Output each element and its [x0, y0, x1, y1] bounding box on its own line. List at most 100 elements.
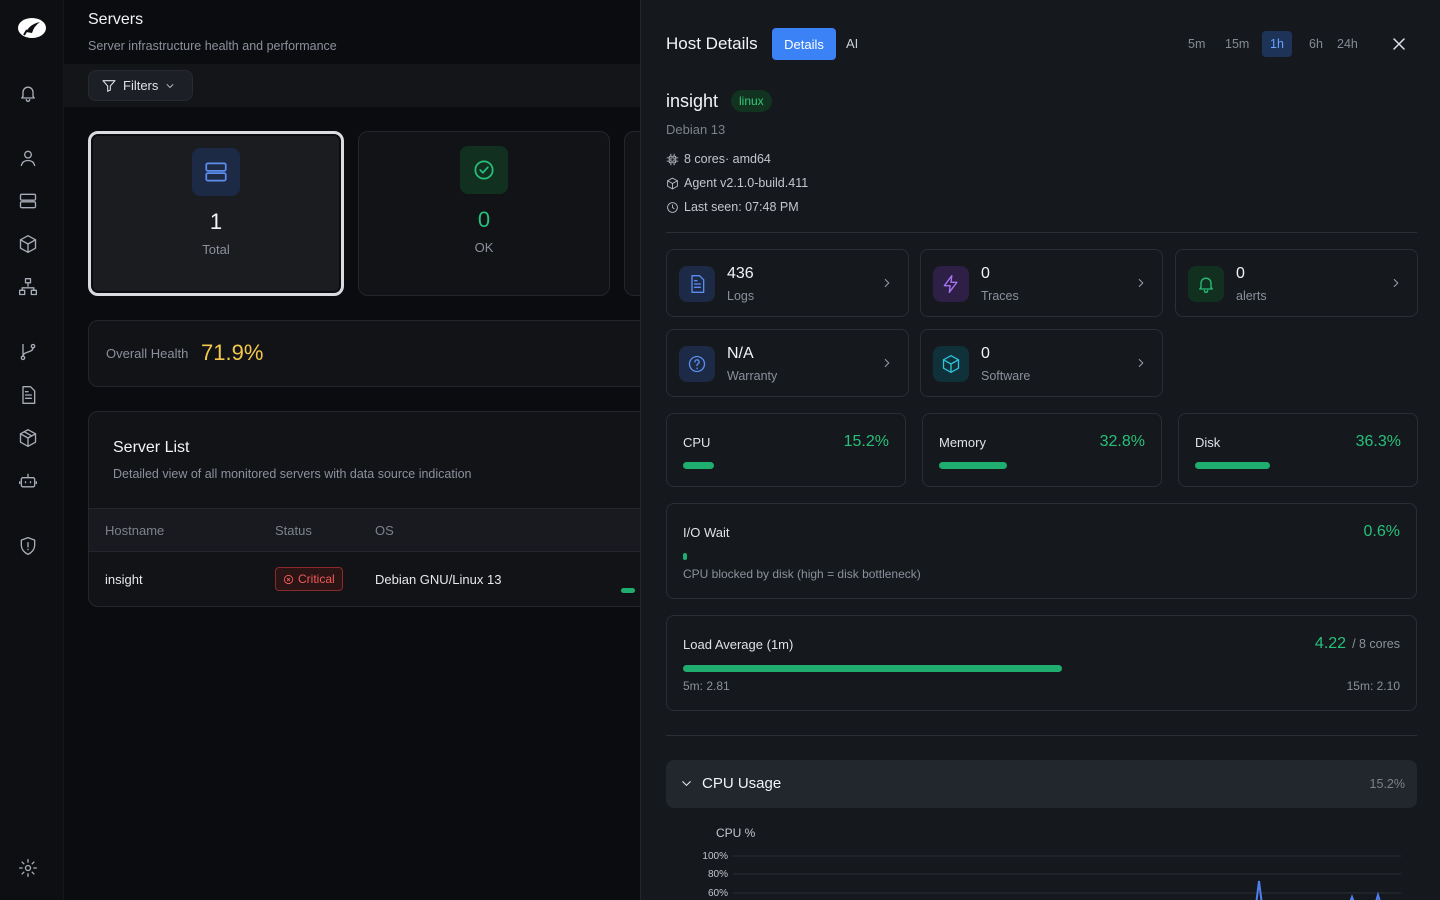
package-icon[interactable] — [18, 428, 38, 448]
tab-details[interactable]: Details — [772, 28, 836, 60]
status-text: Critical — [298, 572, 335, 586]
host-details-drawer: Host Details Details AI 5m 15m 1h 6h 24h… — [640, 0, 1440, 900]
clock-icon — [667, 201, 678, 213]
y-tick: 80% — [708, 869, 728, 880]
chevron-down-icon — [679, 776, 694, 791]
cpu-spike — [1375, 891, 1381, 900]
tab-ai[interactable]: AI — [846, 36, 858, 51]
nav-card-logs[interactable]: 436 Logs — [666, 249, 909, 317]
metric-card-disk: Disk 36.3% — [1178, 413, 1418, 487]
stat-value: 0 — [477, 207, 491, 232]
range-5m[interactable]: 5m — [1180, 31, 1213, 57]
health-label: Overall Health — [106, 346, 189, 361]
cores-text: 8 cores· amd64 — [684, 152, 771, 166]
file-text-icon — [679, 266, 715, 302]
close-icon[interactable] — [1389, 34, 1409, 54]
gear-icon[interactable] — [18, 858, 38, 878]
chart-title: CPU % — [716, 826, 756, 840]
io-wait-description: CPU blocked by disk (high = disk bottlen… — [683, 567, 921, 581]
page-subtitle: Server infrastructure health and perform… — [88, 39, 337, 53]
cpu-usage-value: 15.2% — [1369, 777, 1405, 791]
cores-suffix: / 8 cores — [1352, 637, 1400, 651]
nav-card-software[interactable]: 0 Software — [920, 329, 1163, 397]
metric-label: Memory — [939, 435, 986, 450]
cpu-spike — [1255, 880, 1263, 900]
shield-icon[interactable] — [18, 536, 38, 556]
cpu-usage-section[interactable]: CPU Usage 15.2% — [666, 760, 1417, 808]
divider — [666, 232, 1417, 233]
stat-label: Total — [202, 242, 230, 257]
y-tick: 60% — [708, 888, 728, 899]
chevron-down-icon — [166, 83, 174, 88]
user-icon[interactable] — [18, 148, 38, 168]
column-hostname[interactable]: Hostname — [105, 523, 164, 538]
range-1h[interactable]: 1h — [1262, 31, 1292, 57]
check-circle-icon — [460, 146, 508, 194]
alerts-label: alerts — [1236, 289, 1267, 303]
y-tick: 100% — [702, 851, 728, 862]
cell-os: Debian GNU/Linux 13 — [375, 572, 502, 587]
cube-icon[interactable] — [18, 234, 38, 254]
bot-icon[interactable] — [18, 471, 38, 491]
filters-button[interactable]: Filters — [88, 70, 193, 101]
load-average-value: 4.22 — [1314, 635, 1347, 652]
load-5m: 5m: 2.81 — [683, 679, 730, 693]
alerts-count: 0 — [1236, 265, 1245, 282]
os-badge: linux — [731, 90, 772, 112]
progress-bar — [939, 462, 1146, 469]
cpu-cores-info: 8 cores· amd64 — [666, 152, 771, 166]
network-icon[interactable] — [18, 277, 38, 297]
lightning-icon — [933, 266, 969, 302]
column-status[interactable]: Status — [275, 523, 312, 538]
stat-card-ok[interactable]: 0 OK — [358, 131, 610, 296]
progress-bar — [1195, 462, 1402, 469]
usage-bar — [621, 588, 635, 593]
warranty-value: N/A — [727, 345, 754, 362]
host-name: insight — [666, 91, 719, 111]
nav-card-traces[interactable]: 0 Traces — [920, 249, 1163, 317]
sidebar — [0, 0, 64, 900]
last-seen-info: Last seen: 07:48 PM — [666, 200, 799, 214]
agent-text: Agent v2.1.0-build.411 — [684, 176, 809, 190]
range-24h[interactable]: 24h — [1329, 31, 1366, 57]
range-15m[interactable]: 15m — [1217, 31, 1257, 57]
chevron-right-icon — [1389, 276, 1403, 290]
load-average-card: Load Average (1m) 4.22 / 8 cores 5m: 2.8… — [666, 615, 1417, 711]
health-value: 71.9% — [201, 340, 264, 365]
document-icon[interactable] — [18, 385, 38, 405]
load-average-readout: 4.22 / 8 cores — [1315, 635, 1400, 653]
range-6h[interactable]: 6h — [1301, 31, 1331, 57]
stat-card-total[interactable]: 1 Total — [88, 131, 344, 296]
table-header: Hostname Status OS — [89, 508, 640, 552]
io-wait-label: I/O Wait — [683, 525, 730, 540]
chevron-right-icon — [880, 356, 894, 370]
column-os[interactable]: OS — [375, 523, 394, 538]
load-average-label: Load Average (1m) — [683, 637, 794, 652]
question-icon — [679, 346, 715, 382]
metric-label: CPU — [683, 435, 711, 450]
nav-card-alerts[interactable]: 0 alerts — [1175, 249, 1418, 317]
chevron-right-icon — [880, 276, 894, 290]
metric-card-cpu: CPU 15.2% — [666, 413, 906, 487]
cpu-usage-title: CPU Usage — [702, 775, 782, 792]
progress-bar — [683, 553, 1401, 560]
nav-card-warranty[interactable]: N/A Warranty — [666, 329, 909, 397]
bell-icon[interactable] — [18, 83, 38, 103]
agent-info: Agent v2.1.0-build.411 — [666, 176, 808, 190]
divider — [666, 735, 1417, 736]
filters-label: Filters — [123, 78, 159, 93]
stat-card-partial[interactable] — [624, 131, 640, 296]
server-icon[interactable] — [18, 191, 38, 211]
stat-value: 1 — [209, 209, 223, 234]
cpu-chart: 100% 80% 60% — [702, 851, 1401, 900]
server-list-subtitle: Detailed view of all monitored servers w… — [113, 467, 472, 481]
git-branch-icon[interactable] — [18, 342, 38, 362]
overall-health-card: Overall Health 71.9% — [88, 320, 640, 387]
stat-label: OK — [474, 240, 494, 255]
app-logo-icon[interactable] — [16, 16, 48, 40]
warranty-label: Warranty — [727, 369, 778, 383]
chevron-right-icon — [1134, 276, 1148, 290]
servers-page: Servers Server infrastructure health and… — [64, 0, 640, 900]
server-list-card: Server List Detailed view of all monitor… — [88, 411, 640, 607]
package-icon — [933, 346, 969, 382]
